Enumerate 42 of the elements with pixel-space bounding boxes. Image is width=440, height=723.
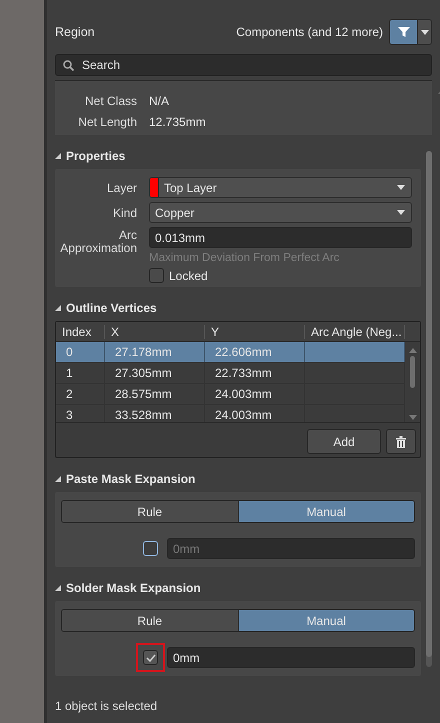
section-header[interactable]: Properties (55, 147, 421, 165)
table-cell: 22.733mm (215, 366, 272, 380)
table-row[interactable]: 2 28.575mm 24.003mm (56, 384, 405, 405)
table-cell: 28.575mm (115, 387, 172, 401)
mode-toggle[interactable]: Rule (62, 610, 238, 631)
search-field[interactable]: Search (55, 54, 432, 76)
table-cell: 3 (66, 408, 73, 422)
arc-approximation-field[interactable]: 0.013mm (149, 227, 412, 248)
expansion-field[interactable]: 0mm (167, 647, 415, 668)
table-cell: 24.003mm (215, 387, 272, 401)
field-value: N/A (149, 94, 170, 108)
column-header[interactable]: X (105, 324, 205, 338)
mode-toggle[interactable]: Rule (62, 501, 238, 522)
table-cell: 24.003mm (215, 408, 272, 422)
table-cell: 27.305mm (115, 366, 172, 380)
table-cell: 1 (66, 366, 73, 380)
filter-label: Components (and 12 more) (236, 25, 383, 39)
section-header[interactable]: Outline Vertices (55, 299, 421, 317)
column-header[interactable]: Arc Angle (Neg... (305, 324, 405, 338)
field-label: Net Class (84, 94, 137, 108)
field-label: Net Length (77, 114, 137, 128)
table-cell: 2 (66, 387, 73, 401)
field-label: Arc Approximation (59, 227, 137, 255)
table-cell: 33.528mm (115, 408, 172, 422)
section-header[interactable]: Paste Mask Expansion (55, 470, 421, 488)
add-button[interactable]: Add (307, 429, 381, 454)
status-text: 1 object is selected (55, 698, 158, 715)
table-cell: 22.606mm (215, 345, 272, 359)
field-label: Kind (112, 206, 137, 220)
column-header[interactable]: Index (56, 324, 105, 338)
table-cell: 0 (66, 345, 73, 359)
section-header[interactable]: Solder Mask Expansion (55, 579, 421, 597)
field-value: 12.735mm (149, 114, 206, 128)
table-cell: 27.178mm (115, 345, 172, 359)
column-header[interactable]: Y (205, 324, 305, 338)
checkbox-label: Locked (169, 268, 208, 282)
layer-dropdown[interactable]: Top Layer (149, 177, 412, 198)
object-type-label: Region (55, 25, 95, 39)
kind-dropdown[interactable]: Copper (149, 202, 412, 223)
field-label: Layer (106, 180, 137, 194)
table-row[interactable]: 3 33.528mm 24.003mm (56, 405, 405, 422)
table-row[interactable]: 1 27.305mm 22.733mm (56, 363, 405, 384)
